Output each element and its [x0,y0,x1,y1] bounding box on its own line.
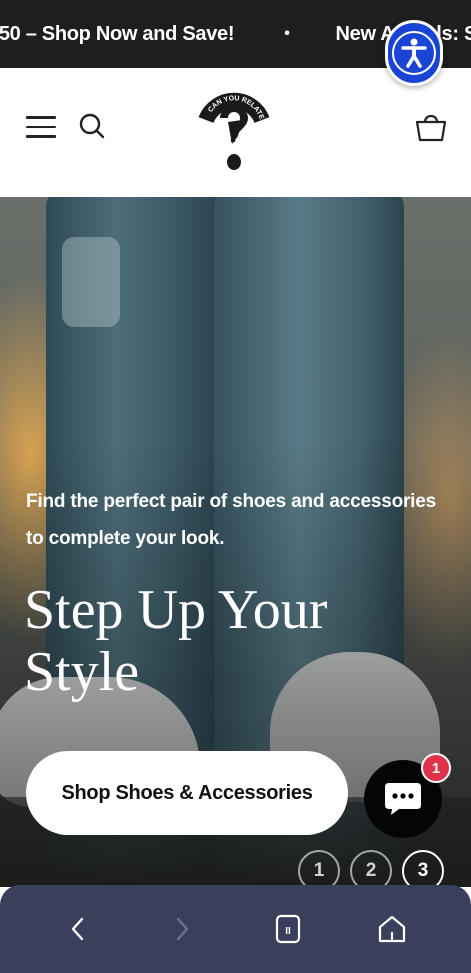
announcement-separator: • [284,25,290,42]
cart-icon[interactable] [414,108,448,144]
hero-subtitle: Find the perfect pair of shoes and acces… [26,491,436,549]
chat-notification-badge: 1 [421,753,451,783]
tabs-count: II [285,926,291,937]
hamburger-icon[interactable] [26,116,56,138]
site-logo[interactable]: CAN YOU RELATE [198,76,270,188]
search-icon[interactable] [78,112,106,140]
chevron-right-icon[interactable] [164,911,200,947]
chevron-left-icon[interactable] [60,911,96,947]
accessibility-button[interactable] [385,20,443,86]
announcement-item-1[interactable]: $50 – Shop Now and Save! [0,23,235,46]
chat-bubble-icon [385,783,421,815]
site-header: CAN YOU RELATE [0,68,471,197]
home-icon[interactable] [374,911,410,947]
accessibility-icon [392,31,436,75]
shop-shoes-button[interactable]: Shop Shoes & Accessories [26,751,348,835]
browser-navigation-bar: II [0,885,471,973]
hero-title: Step Up Your Style [24,579,328,703]
tabs-icon[interactable]: II [270,911,306,947]
